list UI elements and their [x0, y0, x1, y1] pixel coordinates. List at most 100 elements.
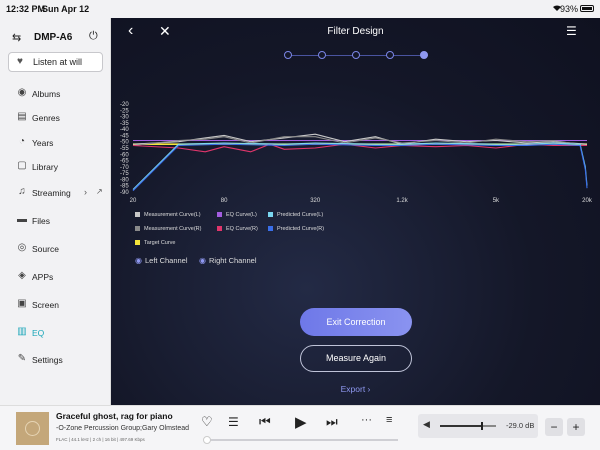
queue-icon[interactable]: ☰: [228, 415, 239, 429]
legend-swatch: [135, 212, 140, 217]
heart-outline-icon[interactable]: ♡: [201, 414, 213, 430]
y-tick-label: -80: [120, 177, 129, 183]
swap-icon[interactable]: ⇆: [12, 31, 21, 44]
disc-icon: [25, 421, 40, 436]
streaming-icon: ♫: [18, 186, 26, 197]
sidebar-item-label: Library: [32, 162, 58, 172]
volume-up-button[interactable]: +: [567, 418, 585, 436]
legend-swatch: [135, 240, 140, 245]
speaker-icon[interactable]: ◀: [423, 419, 430, 430]
sidebar-item-library[interactable]: ▢ Library: [0, 157, 111, 177]
power-icon[interactable]: ⏻: [89, 30, 98, 43]
sidebar-item-streaming[interactable]: ♫ Streaming › ↗: [0, 183, 111, 203]
progress-knob[interactable]: [203, 436, 211, 444]
battery-percent: 93%: [559, 4, 578, 14]
settings-icon: ✎: [17, 353, 27, 364]
sidebar-item-label: Albums: [32, 89, 61, 99]
y-tick-label: -75: [120, 171, 129, 177]
legend-item: Predicted Curve(L): [268, 212, 323, 218]
left-channel-toggle[interactable]: ◉ Left Channel: [135, 256, 188, 265]
sidebar-item-eq[interactable]: ▥ EQ: [0, 323, 111, 343]
apps-icon: ◈: [18, 270, 26, 281]
sidebar-item-label: EQ: [32, 328, 45, 338]
listen-at-will-button[interactable]: ♥ Listen at will: [8, 52, 103, 72]
exit-correction-button[interactable]: Exit Correction: [300, 308, 412, 336]
y-tick-label: -65: [120, 159, 129, 165]
legend-item: EQ Curve(R): [217, 226, 258, 232]
volume-db: -29.0 dB: [506, 421, 535, 430]
export-link[interactable]: Export ›: [111, 384, 600, 394]
sidebar-item-settings[interactable]: ✎ Settings: [0, 350, 111, 370]
more-icon[interactable]: ···: [361, 414, 372, 426]
x-tick-label: 1.2k: [396, 198, 408, 204]
playlist-icon[interactable]: ≡: [386, 414, 392, 426]
y-tick-label: -20: [120, 102, 129, 108]
volume-knob[interactable]: [481, 422, 483, 430]
legend-label: Predicted Curve(L): [277, 212, 324, 218]
frequency-response-chart: -20-25-30-35-40-45-50-55-60-65-70-75-80-…: [120, 102, 593, 204]
sidebar-item-label: Settings: [32, 355, 63, 365]
play-icon[interactable]: ▶: [295, 413, 307, 431]
step-dot-current: [420, 51, 428, 59]
sidebar-item-apps[interactable]: ◈ APPs: [0, 267, 111, 287]
settings-sliders-icon[interactable]: ☰: [566, 24, 577, 38]
legend-item: Measurement Curve(R): [135, 226, 201, 232]
volume-fill: [440, 425, 482, 427]
previous-track-icon[interactable]: ⏮: [259, 414, 271, 430]
sidebar-item-label: Source: [32, 244, 59, 254]
app-window: 12:32 PM Sun Apr 12 93% ⇆ DMP-A6 ⏻ ♥ Lis…: [0, 0, 600, 450]
legend-swatch: [217, 226, 222, 231]
legend-swatch: [268, 212, 273, 217]
page-title: Filter Design: [327, 26, 384, 37]
eye-icon: ◉: [135, 256, 142, 265]
filter-design-panel: ‹ ✕ Filter Design ☰ -20 -25 -30 -35 -40 -45 -5…: [111, 18, 600, 405]
track-format: FLAC | 44.1 kHz | 2 ch | 16 bit | 497.69…: [56, 437, 145, 442]
legend-item: Predicted Curve(R): [268, 226, 324, 232]
sidebar-item-label: Years: [32, 138, 54, 148]
device-row[interactable]: ⇆ DMP-A6 ⏻: [0, 28, 111, 48]
legend-label: Measurement Curve(L): [144, 212, 201, 218]
player-bar: Graceful ghost, rag for piano -O-Zone Pe…: [0, 405, 600, 450]
y-tick-label: -35: [120, 121, 129, 127]
step-dot: [284, 51, 292, 59]
track-artist: -O-Zone Percussion Group;Gary Olmstead: [56, 425, 190, 432]
y-tick-label: -55: [120, 146, 129, 152]
sidebar-item-albums[interactable]: ◉ Albums: [0, 84, 111, 104]
measure-again-button[interactable]: Measure Again: [300, 345, 412, 372]
sidebar: ⇆ DMP-A6 ⏻ ♥ Listen at will ◉ Albums ▤ G…: [0, 18, 111, 405]
right-channel-label: Right Channel: [208, 256, 257, 265]
volume-down-button[interactable]: −: [545, 418, 563, 436]
sidebar-item-source[interactable]: ◎ Source: [0, 239, 111, 259]
external-link-icon[interactable]: ↗: [96, 187, 103, 196]
track-title: Graceful ghost, rag for piano: [56, 411, 173, 421]
sidebar-item-years[interactable]: ◔ Years: [0, 133, 111, 153]
next-track-icon[interactable]: ⏭: [326, 414, 338, 430]
volume-control: ◀ -29.0 dB: [418, 414, 538, 438]
legend-label: Target Curve: [144, 240, 176, 246]
legend-swatch: [217, 212, 222, 217]
volume-slider[interactable]: [440, 422, 496, 430]
y-tick-label: -45: [120, 133, 129, 139]
sidebar-item-label: APPs: [32, 272, 54, 282]
y-tick-label: -60: [120, 152, 129, 158]
y-tick-label: -90: [120, 190, 129, 196]
chart-legend: Measurement Curve(L) EQ Curve(L) Predict…: [135, 210, 365, 250]
album-art[interactable]: [16, 412, 49, 445]
y-tick-label: -85: [120, 184, 129, 190]
legend-item: Target Curve: [135, 240, 176, 246]
status-time: 12:32 PM: [6, 4, 46, 14]
sidebar-item-genres[interactable]: ▤ Genres: [0, 108, 111, 128]
sidebar-item-screen[interactable]: ▣ Screen: [0, 295, 111, 315]
status-bar: 12:32 PM Sun Apr 12 93%: [0, 0, 600, 18]
sidebar-item-label: Genres: [32, 113, 60, 123]
left-channel-label: Left Channel: [144, 256, 188, 265]
years-icon: ◔: [18, 136, 26, 147]
screen-icon: ▣: [17, 298, 27, 309]
legend-item: Measurement Curve(L): [135, 212, 201, 218]
sidebar-item-files[interactable]: ▬ Files: [0, 211, 111, 231]
album-icon: ◉: [17, 87, 27, 98]
y-tick-label: -25: [120, 108, 129, 114]
progress-bar[interactable]: [203, 436, 398, 444]
right-channel-toggle[interactable]: ◉ Right Channel: [199, 256, 257, 265]
x-tick-label: 80: [221, 198, 228, 204]
